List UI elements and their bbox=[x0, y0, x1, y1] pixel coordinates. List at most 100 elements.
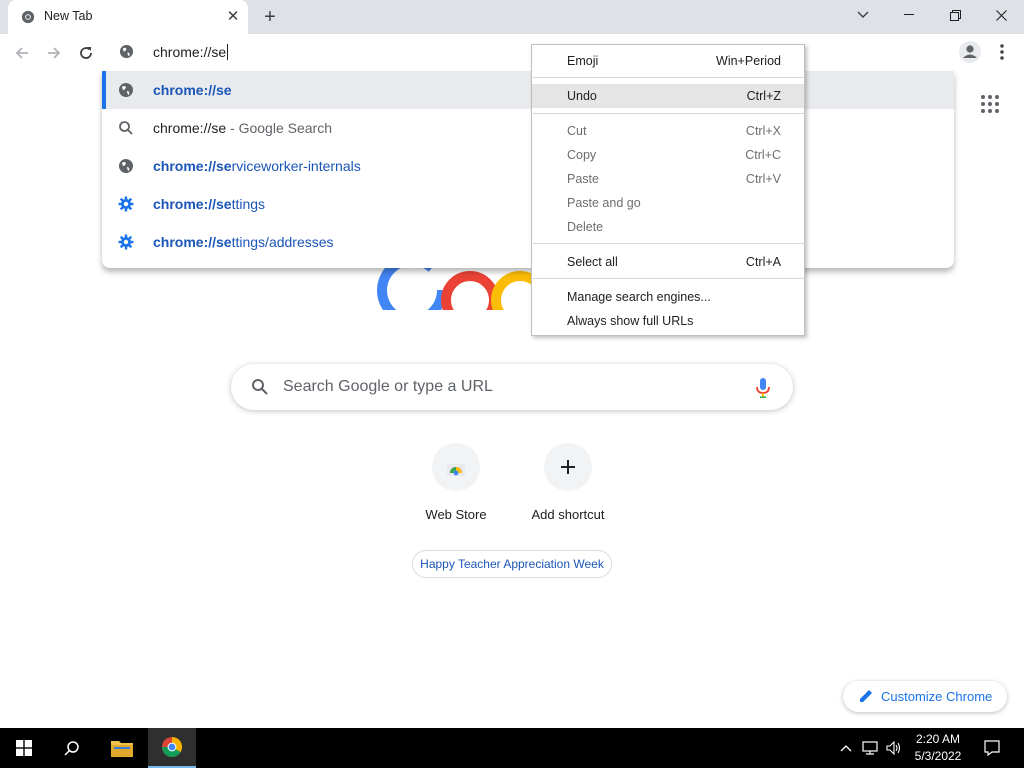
doodle-chip[interactable]: Happy Teacher Appreciation Week bbox=[412, 550, 612, 578]
search-icon bbox=[119, 121, 133, 135]
menu-separator bbox=[533, 278, 805, 279]
suggestion-item[interactable]: chrome://settings bbox=[102, 185, 954, 223]
restore-icon bbox=[949, 9, 961, 21]
notification-icon bbox=[984, 740, 1000, 756]
menu-item-label: Paste bbox=[567, 172, 599, 186]
search-icon bbox=[252, 379, 268, 395]
menu-item-label: Undo bbox=[567, 89, 597, 103]
add-shortcut-button[interactable]: Add shortcut bbox=[512, 443, 624, 533]
shortcut-web-store[interactable]: Web Store bbox=[400, 443, 512, 533]
back-arrow-icon bbox=[15, 47, 28, 59]
chrome-icon bbox=[21, 10, 35, 24]
omnibox[interactable]: chrome://se bbox=[102, 34, 954, 71]
suggestion-item[interactable]: chrome://se - Google Search bbox=[102, 109, 954, 147]
volume-button[interactable] bbox=[886, 739, 902, 757]
menu-item-always-show-full-urls[interactable]: Always show full URLs bbox=[532, 309, 804, 333]
suggestion-match: chrome://se bbox=[153, 82, 232, 98]
menu-item-copy[interactable]: Copy Ctrl+C bbox=[532, 143, 804, 167]
text-caret bbox=[227, 44, 229, 60]
suggestion-rest: rviceworker-internals bbox=[231, 158, 361, 174]
menu-item-shortcut: Ctrl+X bbox=[745, 124, 781, 138]
microphone-icon[interactable] bbox=[755, 377, 771, 399]
kebab-menu-icon[interactable] bbox=[994, 42, 1010, 62]
network-button[interactable] bbox=[862, 739, 878, 757]
webstore-icon bbox=[447, 464, 465, 476]
back-button[interactable] bbox=[9, 40, 35, 66]
menu-item-select-all[interactable]: Select all Ctrl+A bbox=[532, 250, 804, 274]
folder-icon bbox=[111, 741, 133, 757]
close-icon bbox=[995, 9, 1007, 21]
menu-item-shortcut: Ctrl+V bbox=[745, 172, 781, 186]
shortcut-label: Add shortcut bbox=[531, 507, 605, 522]
suggestion-match: chrome://se bbox=[153, 158, 232, 174]
restore-button[interactable] bbox=[932, 0, 978, 30]
search-box[interactable]: Search Google or type a URL bbox=[231, 364, 793, 410]
tab-search-button[interactable] bbox=[840, 0, 886, 30]
menu-separator bbox=[533, 243, 805, 244]
plus-icon bbox=[561, 460, 575, 474]
show-hidden-icons-button[interactable] bbox=[838, 739, 854, 757]
reload-icon bbox=[80, 47, 92, 59]
network-icon bbox=[862, 741, 878, 755]
new-tab-button[interactable]: + bbox=[258, 5, 282, 29]
menu-item-emoji[interactable]: Emoji Win+Period bbox=[532, 49, 804, 73]
minimize-icon bbox=[904, 14, 914, 15]
menu-item-manage-search-engines[interactable]: Manage search engines... bbox=[532, 285, 804, 309]
globe-icon bbox=[119, 83, 133, 97]
search-icon bbox=[64, 741, 79, 756]
menu-item-label: Manage search engines... bbox=[567, 290, 711, 304]
menu-item-cut[interactable]: Cut Ctrl+X bbox=[532, 119, 804, 143]
omnibox-input-text: chrome://se bbox=[153, 44, 227, 60]
menu-item-paste[interactable]: Paste Ctrl+V bbox=[532, 167, 804, 191]
menu-item-shortcut: Ctrl+C bbox=[745, 148, 781, 162]
suggestion-item[interactable]: chrome://se bbox=[102, 71, 954, 109]
suggestion-item[interactable]: chrome://settings/addresses bbox=[102, 223, 954, 261]
menu-item-paste-and-go[interactable]: Paste and go bbox=[532, 191, 804, 215]
menu-item-shortcut: Win+Period bbox=[716, 54, 781, 68]
menu-item-undo[interactable]: Undo Ctrl+Z bbox=[532, 84, 804, 108]
suggestion-match: chrome://se bbox=[153, 234, 232, 250]
speaker-icon bbox=[886, 741, 901, 755]
context-menu: Emoji Win+Period Undo Ctrl+Z Cut Ctrl+X … bbox=[531, 44, 805, 336]
shortcut-tile bbox=[432, 443, 480, 491]
menu-item-label: Delete bbox=[567, 220, 604, 234]
menu-item-label: Always show full URLs bbox=[567, 314, 694, 328]
suggestion-match: chrome://se bbox=[153, 196, 232, 212]
file-explorer-button[interactable] bbox=[98, 728, 146, 768]
suggestion-rest: ttings/addresses bbox=[231, 234, 334, 250]
chrome-icon bbox=[162, 737, 182, 757]
forward-arrow-icon bbox=[48, 47, 61, 59]
suggestion-rest: ttings bbox=[231, 196, 266, 212]
suggestion-suffix: - Google Search bbox=[226, 120, 332, 136]
taskbar: 2:20 AM 5/3/2022 bbox=[0, 728, 1024, 768]
apps-grid-icon[interactable] bbox=[981, 95, 999, 113]
profile-icon[interactable] bbox=[958, 40, 982, 64]
shortcut-tile bbox=[544, 443, 592, 491]
close-window-button[interactable] bbox=[978, 0, 1024, 30]
chrome-taskbar-button[interactable] bbox=[148, 728, 196, 768]
minimize-button[interactable] bbox=[886, 0, 932, 30]
reload-button[interactable] bbox=[73, 40, 99, 66]
gear-icon bbox=[118, 196, 134, 212]
start-button[interactable] bbox=[0, 728, 48, 768]
menu-item-shortcut: Ctrl+Z bbox=[746, 89, 781, 103]
search-input[interactable]: Search Google or type a URL bbox=[283, 378, 493, 396]
customize-chrome-button[interactable]: Customize Chrome bbox=[843, 681, 1007, 712]
suggestion-list: chrome://se chrome://se - Google Search … bbox=[102, 71, 954, 268]
customize-chrome-label: Customize Chrome bbox=[881, 689, 993, 704]
gear-icon bbox=[118, 234, 134, 250]
tab-new-tab[interactable]: New Tab ✕ bbox=[8, 0, 248, 34]
system-clock[interactable]: 2:20 AM 5/3/2022 bbox=[905, 731, 971, 765]
tab-close-icon[interactable]: ✕ bbox=[224, 8, 242, 26]
tab-title: New Tab bbox=[44, 9, 93, 23]
omnibox-input[interactable]: chrome://se bbox=[153, 44, 229, 60]
globe-icon bbox=[119, 44, 134, 59]
menu-item-delete[interactable]: Delete bbox=[532, 215, 804, 239]
taskbar-search-button[interactable] bbox=[48, 728, 96, 768]
pencil-icon bbox=[860, 690, 872, 702]
action-center-button[interactable] bbox=[968, 728, 1016, 768]
suggestion-item[interactable]: chrome://serviceworker-internals bbox=[102, 147, 954, 185]
forward-button[interactable] bbox=[41, 40, 67, 66]
tab-strip: New Tab ✕ + bbox=[0, 0, 1024, 34]
menu-item-label: Copy bbox=[567, 148, 597, 162]
